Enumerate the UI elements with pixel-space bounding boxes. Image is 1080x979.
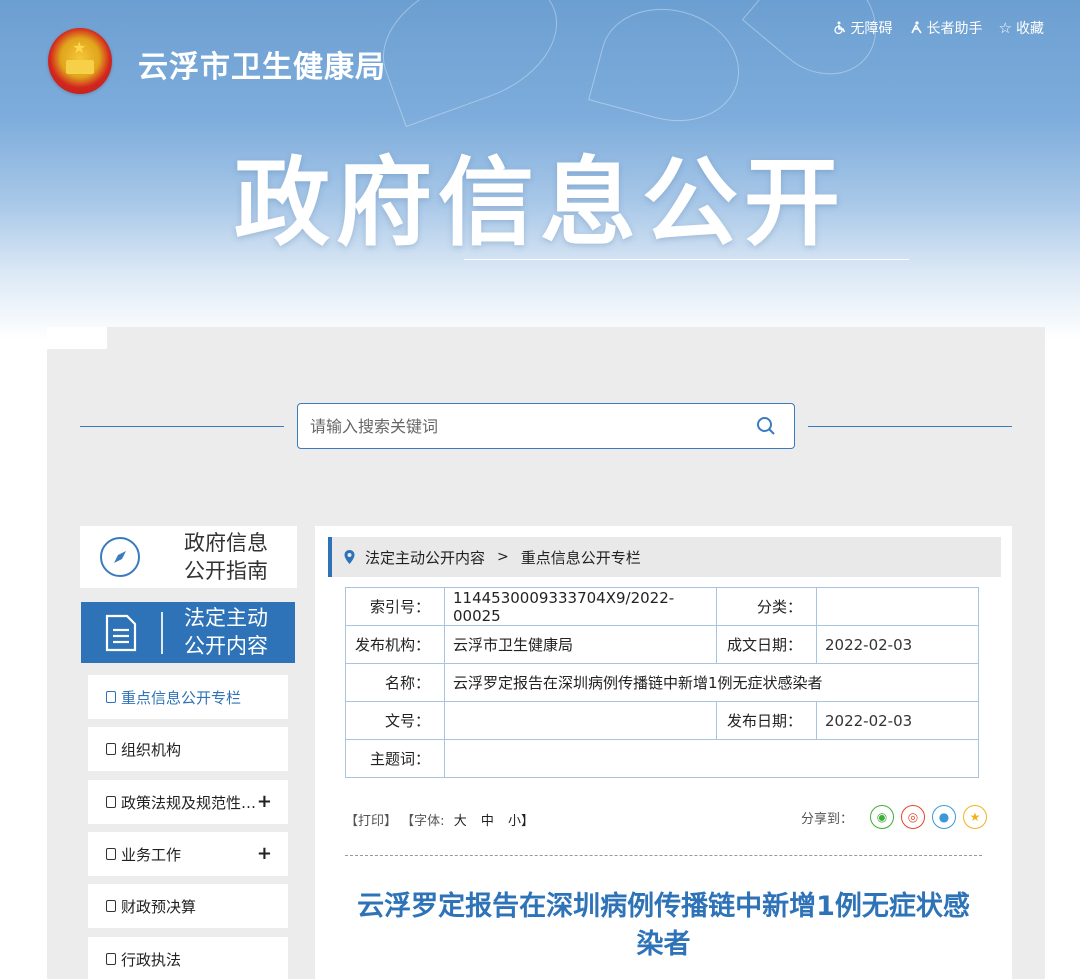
document-icon <box>105 614 137 652</box>
search-divider-right <box>808 426 1012 427</box>
decorative-petal <box>588 0 752 137</box>
sidebar-item-label: 行政执法 <box>121 950 182 969</box>
table-row: 发布机构： 云浮市卫生健康局 成文日期： 2022-02-03 <box>345 625 979 664</box>
sidebar-legal-separator <box>161 612 163 654</box>
name-label: 名称： <box>345 663 445 702</box>
sidebar-legal-label: 法定主动公开内容 <box>184 606 268 658</box>
qzone-icon[interactable]: ★ <box>963 805 988 829</box>
publisher-label: 发布机构： <box>345 625 445 664</box>
toolbar-label: 收藏 <box>1016 21 1044 37</box>
favorite-link[interactable]: ☆ 收藏 <box>999 18 1044 38</box>
gate-icon <box>66 60 94 74</box>
share-bar: 分享到： ◉ ◎ ● ★ <box>801 805 988 829</box>
sidebar-item-label: 组织机构 <box>121 740 182 759</box>
doc-icon <box>106 796 116 808</box>
breadcrumb-level1[interactable]: 法定主动公开内容 <box>365 547 485 568</box>
header-toolbar: 无障碍 长者助手 ☆ 收藏 <box>833 18 1044 38</box>
sidebar-item-key-info[interactable]: 重点信息公开专栏 <box>88 675 288 719</box>
font-size-prefix: 【字体: <box>401 814 445 829</box>
wechat-icon[interactable]: ◉ <box>870 805 895 829</box>
category-label: 分类： <box>716 587 817 626</box>
font-medium-link[interactable]: 中 <box>481 814 494 829</box>
table-row: 主题词： <box>345 739 979 778</box>
star-icon: ★ <box>72 38 87 57</box>
written-date-value: 2022-02-03 <box>816 625 979 664</box>
doc-icon <box>106 953 116 965</box>
document-meta-table: 索引号： 1144530009333704X9/2022-00025 分类： 发… <box>345 587 979 778</box>
sidebar-item-label: 政策法规及规范性… <box>121 793 257 812</box>
table-row: 索引号： 1144530009333704X9/2022-00025 分类： <box>345 587 979 626</box>
category-value <box>816 587 979 626</box>
national-emblem-logo[interactable]: ★ <box>48 28 112 94</box>
sidebar-item-policies[interactable]: 政策法规及规范性… + <box>88 780 288 824</box>
doc-number-value <box>444 701 717 740</box>
publisher-value: 云浮市卫生健康局 <box>444 625 717 664</box>
sidebar-item-organization[interactable]: 组织机构 <box>88 727 288 771</box>
search-icon[interactable] <box>756 416 776 436</box>
article-tools: 【打印】 【字体: 大 中 小】 <box>345 810 539 829</box>
print-link[interactable]: 【打印】 <box>345 814 397 829</box>
sidebar-item-law-enforcement[interactable]: 行政执法 <box>88 937 288 979</box>
decorative-petal <box>364 0 576 128</box>
expand-icon[interactable]: + <box>257 843 272 864</box>
sidebar-guide-label: 政府信息公开指南 <box>184 531 268 583</box>
compass-icon <box>100 537 140 577</box>
doc-icon <box>106 900 116 912</box>
site-title[interactable]: 云浮市卫生健康局 <box>138 42 386 86</box>
expand-icon[interactable]: + <box>257 791 272 812</box>
sidebar-item-budget[interactable]: 财政预决算 <box>88 884 288 928</box>
wheelchair-icon <box>833 21 845 35</box>
font-small-link[interactable]: 小】 <box>508 814 534 829</box>
article-title: 云浮罗定报告在深圳病例传播链中新增1例无症状感染者 <box>357 891 970 960</box>
name-value: 云浮罗定报告在深圳病例传播链中新增1例无症状感染者 <box>444 663 979 702</box>
doc-icon <box>106 691 116 703</box>
breadcrumb: 法定主动公开内容 > 重点信息公开专栏 <box>328 537 1001 577</box>
keywords-value <box>444 739 979 778</box>
share-label: 分享到： <box>801 811 854 827</box>
table-row: 文号： 发布日期： 2022-02-03 <box>345 701 979 740</box>
toolbar-label: 长者助手 <box>926 21 983 37</box>
sidebar-item-label: 重点信息公开专栏 <box>121 688 242 707</box>
keywords-label: 主题词： <box>345 739 445 778</box>
toolbar-label: 无障碍 <box>850 21 893 37</box>
accessibility-link[interactable]: 无障碍 <box>833 18 893 38</box>
panel-notch <box>47 327 107 349</box>
chevron-right-icon: > <box>497 549 509 565</box>
sidebar-item-business[interactable]: 业务工作 + <box>88 832 288 876</box>
font-large-link[interactable]: 大 <box>454 814 467 829</box>
search-box <box>297 403 795 449</box>
doc-icon <box>106 848 116 860</box>
publish-date-value: 2022-02-03 <box>816 701 979 740</box>
hero-title: 政府信息公开 <box>234 147 846 259</box>
doc-icon <box>106 743 116 755</box>
decorative-petal <box>741 0 899 97</box>
qq-icon[interactable]: ● <box>932 805 957 829</box>
search-divider-left <box>80 426 284 427</box>
star-outline-icon: ☆ <box>998 19 1012 37</box>
hero-divider <box>464 259 909 260</box>
doc-number-label: 文号： <box>345 701 445 740</box>
search-input[interactable] <box>310 404 740 448</box>
sidebar-item-label: 业务工作 <box>121 845 182 864</box>
weibo-icon[interactable]: ◎ <box>901 805 926 829</box>
table-row: 名称： 云浮罗定报告在深圳病例传播链中新增1例无症状感染者 <box>345 663 979 702</box>
elderly-icon <box>910 21 922 34</box>
location-pin-icon <box>344 550 355 564</box>
publish-date-label: 发布日期： <box>716 701 817 740</box>
index-label: 索引号： <box>345 587 445 626</box>
breadcrumb-level2[interactable]: 重点信息公开专栏 <box>521 547 641 568</box>
elderly-assistant-link[interactable]: 长者助手 <box>909 18 983 38</box>
divider <box>345 855 982 856</box>
written-date-label: 成文日期： <box>716 625 817 664</box>
sidebar-guide-card[interactable]: 政府信息公开指南 <box>80 526 297 588</box>
sidebar-item-label: 财政预决算 <box>121 897 197 916</box>
index-value: 1144530009333704X9/2022-00025 <box>444 587 717 626</box>
sidebar-legal-card[interactable]: 法定主动公开内容 <box>81 602 295 663</box>
